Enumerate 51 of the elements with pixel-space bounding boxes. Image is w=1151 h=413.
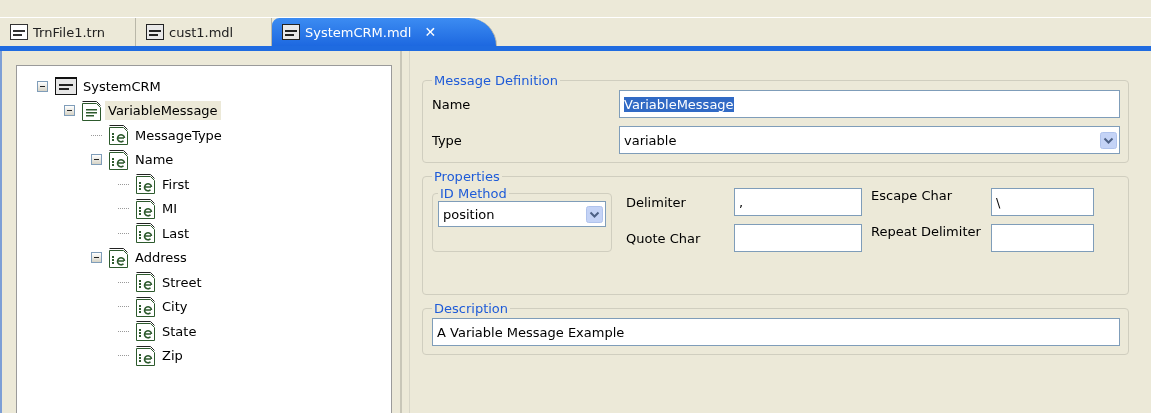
tree-item[interactable]: Name [132, 150, 177, 170]
tree-item[interactable]: MessageType [132, 125, 225, 145]
tree-item[interactable]: First [159, 174, 193, 194]
field-label: Name [432, 96, 472, 112]
input-field[interactable]: A Variable Message Example [432, 318, 1120, 346]
input-field[interactable] [734, 224, 862, 252]
field-label: Escape Char [871, 188, 954, 203]
element-icon [136, 198, 156, 219]
group-title: Message Definition [433, 73, 560, 88]
tree-item[interactable]: Zip [159, 346, 186, 366]
element-icon [136, 296, 156, 317]
file-icon [146, 24, 164, 40]
group-title: Description [433, 301, 510, 316]
tree-item[interactable]: Last [159, 223, 193, 243]
element-icon [136, 272, 156, 293]
file-icon [10, 24, 28, 40]
tree-item[interactable]: City [159, 297, 191, 317]
file-icon [282, 24, 300, 40]
input-field[interactable]: \ [991, 188, 1094, 216]
collapse-icon[interactable] [91, 252, 102, 264]
tree-item[interactable]: VariableMessage [105, 101, 221, 121]
field-label: Type [432, 132, 463, 148]
tree-item[interactable]: Street [159, 272, 205, 292]
element-icon [136, 345, 156, 366]
collapse-icon[interactable] [64, 105, 75, 117]
tree-item[interactable]: MI [159, 199, 181, 219]
collapse-icon[interactable] [37, 80, 48, 92]
element-icon [136, 321, 156, 342]
tab[interactable]: SystemCRM.mdl ✕ [272, 18, 498, 46]
tree-item[interactable]: State [159, 321, 200, 341]
group-title: ID Method [439, 186, 508, 201]
tree-item[interactable]: Address [132, 248, 190, 268]
collapse-icon[interactable] [91, 154, 102, 166]
field-label: Delimiter [626, 194, 687, 210]
close-button[interactable]: ✕ [424, 24, 437, 40]
input-field[interactable] [991, 224, 1094, 252]
element-icon [136, 223, 156, 244]
tree-item[interactable]: SystemCRM [80, 76, 164, 96]
input-field[interactable]: VariableMessage [619, 90, 1120, 118]
field-label: Quote Char [626, 230, 702, 246]
element-icon [109, 149, 129, 170]
model-icon [55, 77, 77, 96]
input-field[interactable]: , [734, 188, 862, 216]
field-label: Repeat Delimiter [871, 224, 982, 239]
message-icon [82, 100, 102, 121]
dropdown[interactable]: position [438, 201, 606, 227]
element-icon [109, 247, 129, 268]
element-icon [109, 125, 129, 146]
group-title: Properties [433, 169, 501, 184]
element-icon [136, 174, 156, 195]
dropdown[interactable]: variable [619, 126, 1120, 154]
